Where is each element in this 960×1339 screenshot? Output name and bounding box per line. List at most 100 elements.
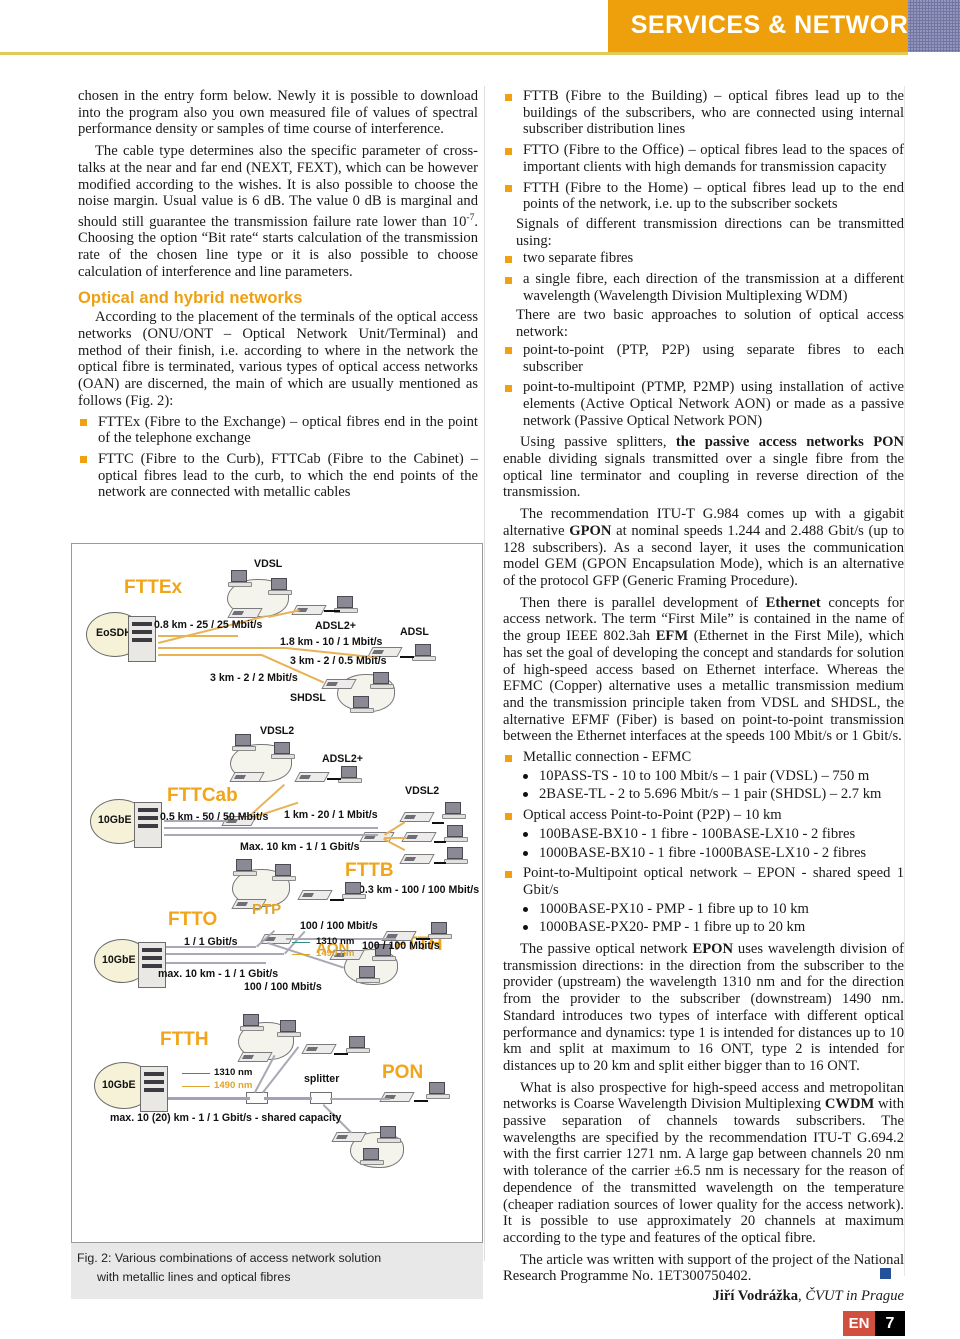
figure-modem xyxy=(401,832,437,842)
pc-screen xyxy=(271,578,287,590)
pc-screen xyxy=(447,847,463,859)
figure-caption-line-2: with metallic lines and optical fibres xyxy=(97,1270,291,1284)
figure-pc xyxy=(232,734,256,752)
author-affiliation: , ČVUT in Prague xyxy=(798,1288,904,1304)
figure-rate-fttex-4: 3 km - 2 / 2 Mbit/s xyxy=(210,672,298,684)
para-eth-a: Then there is parallel development of xyxy=(520,594,766,611)
list-item: 100BASE-BX10 - 1 fibre - 100BASE-LX10 - … xyxy=(503,826,904,843)
modem-led xyxy=(405,835,419,839)
figure-text-vdsl: VDSL xyxy=(254,558,283,570)
figure-rate-ftto-5: 100 / 100 Mbit/s xyxy=(244,981,322,993)
pc-base xyxy=(277,1032,301,1037)
header-rule xyxy=(0,52,908,55)
figure-text-ptp: PTP xyxy=(252,901,282,918)
rack-slot xyxy=(132,638,152,642)
modem-led xyxy=(335,1135,349,1139)
pc-screen xyxy=(429,1082,445,1094)
pc-screen xyxy=(373,672,389,684)
rack-slot xyxy=(144,1088,164,1092)
figure-modem xyxy=(297,890,333,900)
figure-pc xyxy=(346,1036,370,1054)
figure-text-splitter: splitter xyxy=(304,1073,340,1085)
figure-pc xyxy=(233,859,257,877)
figure-modem xyxy=(294,772,330,782)
pc-screen xyxy=(235,734,251,746)
figure-label-pon: PON xyxy=(382,1062,424,1083)
modem-led xyxy=(235,902,249,906)
figure-pc xyxy=(228,570,252,588)
para-epon-bold: EPON xyxy=(692,941,734,958)
left-column: chosen in the entry form below. Newly it… xyxy=(78,88,478,501)
figure-pc xyxy=(338,766,362,784)
figure-pc xyxy=(240,1014,264,1032)
paragraph-cwdm: What is also prospective for high-speed … xyxy=(503,1080,904,1247)
figure-rate-ftto-1: 1 / 1 Gbit/s xyxy=(184,936,238,948)
pc-base xyxy=(350,708,374,713)
figure-pc xyxy=(271,742,295,760)
pc-screen xyxy=(236,859,252,871)
modem-led xyxy=(231,611,245,615)
pc-screen xyxy=(341,766,357,778)
language-code-badge: EN xyxy=(843,1311,875,1336)
figure-splitter-node-2 xyxy=(310,1092,332,1104)
pc-screen xyxy=(275,864,291,876)
figure-link xyxy=(327,778,341,780)
figure-trunk-link xyxy=(168,1097,250,1100)
pc-screen xyxy=(359,966,375,978)
modem-led xyxy=(371,650,385,654)
figure-pc xyxy=(350,696,374,714)
pc-screen xyxy=(363,1148,379,1160)
figure-source-label-10gbe: 10GbE xyxy=(102,1079,136,1091)
figure-pc xyxy=(277,1020,301,1038)
list-item: FTTB (Fibre to the Building) – optical f… xyxy=(503,88,904,138)
figure-rack-fttex xyxy=(128,616,156,662)
figure-modem xyxy=(379,1092,415,1102)
modem-led xyxy=(403,815,417,819)
figure-link xyxy=(330,899,344,901)
figure-link xyxy=(334,1053,348,1055)
figure-link xyxy=(158,647,286,649)
paragraph-acknowledgement: The article was written with support of … xyxy=(503,1251,904,1285)
figure-link xyxy=(434,862,446,864)
figure-rate-fttcab-3: Max. 10 km - 1 / 1 Gbit/s xyxy=(240,841,360,853)
pc-screen xyxy=(415,644,431,656)
figure-rate-ftto-2: 100 / 100 Mbit/s xyxy=(300,920,378,932)
modem-led xyxy=(363,835,377,839)
para-epon-b: uses wavelength division of transmission… xyxy=(503,941,905,1074)
pc-screen xyxy=(380,1126,396,1138)
list-item: point-to-multipoint (PTMP, P2MP) using i… xyxy=(503,379,904,429)
list-item: FTTC (Fibre to the Curb), FTTCab (Fibre … xyxy=(78,451,478,501)
figure-rack-ftth xyxy=(140,1066,168,1112)
page-number-badge: 7 xyxy=(875,1311,905,1336)
figure-label-fttb: FTTB xyxy=(345,860,394,881)
section-heading-optical-hybrid: Optical and hybrid networks xyxy=(78,288,303,307)
para-pon-a: Using passive splitters, xyxy=(520,434,676,451)
figure-rate-fttcab-1: 0.5 km - 50 / 50 Mbit/s xyxy=(160,811,269,823)
figure-modem xyxy=(229,772,265,782)
figure-pc xyxy=(428,922,452,940)
figure-wavelength-1490: 1490 nm xyxy=(214,1080,253,1091)
pc-base xyxy=(228,582,252,587)
figure-rate-ftto-4: max. 10 km - 1 / 1 Gbit/s xyxy=(158,968,279,980)
figure-pc xyxy=(444,847,468,865)
modem-led xyxy=(241,1055,255,1059)
figure-pc xyxy=(370,672,394,690)
pc-screen xyxy=(243,1014,259,1026)
figure-pc xyxy=(377,1126,401,1144)
figure-rate-ftto-3: 100 / 100 Mbit/s xyxy=(362,940,440,952)
page-title: SERVICES & NETWORKS xyxy=(630,11,944,39)
bullet-list-fiber-types: FTTB (Fibre to the Building) – optical f… xyxy=(503,88,904,213)
figure-caption-line-1: Fig. 2: Various combinations of access n… xyxy=(77,1251,382,1265)
figure-arrow-upstream xyxy=(292,942,310,944)
modem-led xyxy=(298,775,312,779)
pc-screen xyxy=(274,742,290,754)
figure-source-label-eosdh: EoSDH xyxy=(96,627,132,639)
figure-label-fttcab: FTTCab xyxy=(167,785,238,806)
figure-arrow-upstream xyxy=(182,1073,210,1075)
pc-base xyxy=(426,1094,450,1099)
figure-link xyxy=(164,827,378,829)
list-item: Metallic connection - EFMC xyxy=(503,749,904,766)
figure-rate-fttex-2: 1.8 km - 10 / 1 Mbit/s xyxy=(280,636,383,648)
list-item: a single fibre, each direction of the tr… xyxy=(503,271,904,304)
rack-slot xyxy=(132,622,152,626)
